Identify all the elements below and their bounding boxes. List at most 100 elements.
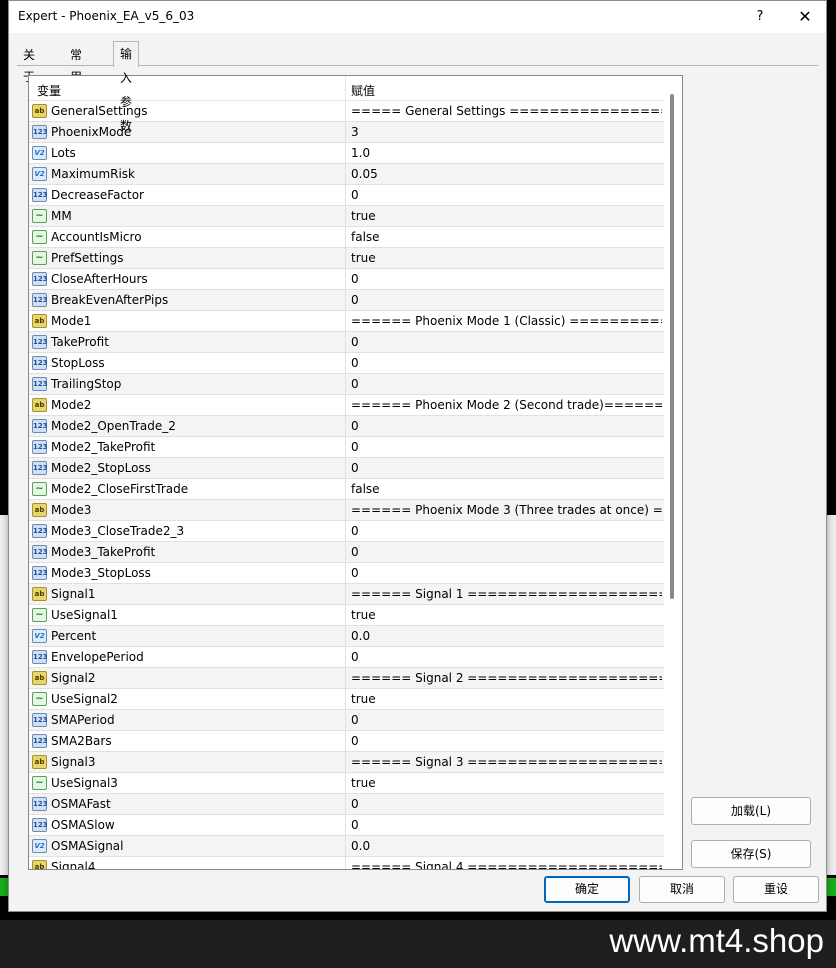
parameter-name-cell[interactable]: 123 Mode3_TakeProfit bbox=[29, 542, 346, 562]
table-row[interactable]: ~ UseSignal3 true bbox=[29, 773, 664, 794]
parameter-name-cell[interactable]: 123 BreakEvenAfterPips bbox=[29, 290, 346, 310]
parameter-name-cell[interactable]: 123 CloseAfterHours bbox=[29, 269, 346, 289]
parameter-name-cell[interactable]: ab Mode1 bbox=[29, 311, 346, 331]
table-row[interactable]: ~ UseSignal1 true bbox=[29, 605, 664, 626]
parameter-value[interactable]: 0 bbox=[351, 335, 662, 349]
table-row[interactable]: V2 MaximumRisk 0.05 bbox=[29, 164, 664, 185]
parameter-value[interactable]: 1.0 bbox=[351, 146, 662, 160]
parameter-value[interactable]: ====== Phoenix Mode 1 (Classic) ========… bbox=[351, 314, 662, 328]
table-row[interactable]: 123 SMA2Bars 0 bbox=[29, 731, 664, 752]
parameter-value[interactable]: false bbox=[351, 482, 662, 496]
parameter-name-cell[interactable]: 123 OSMASlow bbox=[29, 815, 346, 835]
table-row[interactable]: V2 OSMASignal 0.0 bbox=[29, 836, 664, 857]
parameter-value[interactable]: 0 bbox=[351, 797, 662, 811]
parameter-value[interactable]: 0 bbox=[351, 188, 662, 202]
save-button[interactable]: 保存(S) bbox=[691, 840, 811, 868]
parameter-value[interactable]: 0 bbox=[351, 524, 662, 538]
close-icon[interactable]: ✕ bbox=[791, 5, 819, 29]
table-row[interactable]: ab Signal3 ====== Signal 3 ===============… bbox=[29, 752, 664, 773]
table-row[interactable]: 123 StopLoss 0 bbox=[29, 353, 664, 374]
parameter-name-cell[interactable]: ~ UseSignal1 bbox=[29, 605, 346, 625]
parameter-name-cell[interactable]: 123 OSMAFast bbox=[29, 794, 346, 814]
tab-input-parameters[interactable]: 输入参数 bbox=[113, 41, 140, 133]
parameter-value[interactable]: 0 bbox=[351, 545, 662, 559]
parameter-value[interactable]: true bbox=[351, 692, 662, 706]
table-row[interactable]: 123 TrailingStop 0 bbox=[29, 374, 664, 395]
parameter-name-cell[interactable]: 123 Mode2_TakeProfit bbox=[29, 437, 346, 457]
parameter-name-cell[interactable]: 123 PhoenixMode bbox=[29, 122, 346, 142]
parameter-name-cell[interactable]: ab Mode3 bbox=[29, 500, 346, 520]
table-row[interactable]: ab Signal4 ====== Signal 4 ===============… bbox=[29, 857, 664, 869]
table-row[interactable]: 123 BreakEvenAfterPips 0 bbox=[29, 290, 664, 311]
parameter-value[interactable]: 0.05 bbox=[351, 167, 662, 181]
parameter-value[interactable]: 3 bbox=[351, 125, 662, 139]
parameter-value[interactable]: true bbox=[351, 209, 662, 223]
parameter-value[interactable]: 0 bbox=[351, 440, 662, 454]
table-row[interactable]: ab Mode2 ====== Phoenix Mode 2 (Second tra… bbox=[29, 395, 664, 416]
parameter-name-cell[interactable]: ~ AccountIsMicro bbox=[29, 227, 346, 247]
parameter-name-cell[interactable]: 123 Mode3_StopLoss bbox=[29, 563, 346, 583]
column-header-variable[interactable]: 变量 bbox=[37, 82, 61, 99]
parameter-name-cell[interactable]: ab Signal1 bbox=[29, 584, 346, 604]
parameter-value[interactable]: 0 bbox=[351, 566, 662, 580]
parameter-name-cell[interactable]: ~ Mode2_CloseFirstTrade bbox=[29, 479, 346, 499]
parameter-value[interactable]: 0 bbox=[351, 650, 662, 664]
parameter-name-cell[interactable]: V2 Lots bbox=[29, 143, 346, 163]
help-button[interactable]: ? bbox=[747, 5, 773, 29]
table-row[interactable]: 123 Mode2_TakeProfit 0 bbox=[29, 437, 664, 458]
parameter-name-cell[interactable]: 123 Mode3_CloseTrade2_3 bbox=[29, 521, 346, 541]
cancel-button[interactable]: 取消 bbox=[639, 876, 725, 903]
table-row[interactable]: 123 Mode2_StopLoss 0 bbox=[29, 458, 664, 479]
table-row[interactable]: ~ UseSignal2 true bbox=[29, 689, 664, 710]
parameter-name-cell[interactable]: ~ UseSignal2 bbox=[29, 689, 346, 709]
table-row[interactable]: V2 Percent 0.0 bbox=[29, 626, 664, 647]
parameter-name-cell[interactable]: ab GeneralSettings bbox=[29, 101, 346, 121]
column-header-value[interactable]: 赋值 bbox=[351, 82, 375, 99]
parameter-name-cell[interactable]: ab Signal3 bbox=[29, 752, 346, 772]
parameter-value[interactable]: ===== General Settings =================… bbox=[351, 104, 662, 118]
table-row[interactable]: ~ PrefSettings true bbox=[29, 248, 664, 269]
parameter-name-cell[interactable]: V2 MaximumRisk bbox=[29, 164, 346, 184]
parameter-name-cell[interactable]: 123 StopLoss bbox=[29, 353, 346, 373]
parameter-value[interactable]: ====== Phoenix Mode 3 (Three trades at o… bbox=[351, 503, 662, 517]
parameter-name-cell[interactable]: 123 TrailingStop bbox=[29, 374, 346, 394]
vertical-scrollbar[interactable] bbox=[670, 94, 674, 599]
parameter-name-cell[interactable]: 123 DecreaseFactor bbox=[29, 185, 346, 205]
parameter-value[interactable]: true bbox=[351, 251, 662, 265]
table-row[interactable]: 123 Mode2_OpenTrade_2 0 bbox=[29, 416, 664, 437]
table-row[interactable]: V2 Lots 1.0 bbox=[29, 143, 664, 164]
parameter-name-cell[interactable]: ab Mode2 bbox=[29, 395, 346, 415]
table-row[interactable]: 123 EnvelopePeriod 0 bbox=[29, 647, 664, 668]
tab-common[interactable]: 常用 bbox=[64, 44, 88, 84]
table-row[interactable]: ab Signal1 ====== Signal 1 ===============… bbox=[29, 584, 664, 605]
parameter-value[interactable]: 0 bbox=[351, 356, 662, 370]
parameter-value[interactable]: 0 bbox=[351, 734, 662, 748]
parameter-value[interactable]: 0 bbox=[351, 293, 662, 307]
parameter-name-cell[interactable]: ab Signal2 bbox=[29, 668, 346, 688]
parameter-value[interactable]: 0 bbox=[351, 377, 662, 391]
parameter-value[interactable]: 0 bbox=[351, 818, 662, 832]
table-row[interactable]: 123 SMAPeriod 0 bbox=[29, 710, 664, 731]
parameter-value[interactable]: 0 bbox=[351, 419, 662, 433]
parameter-name-cell[interactable]: ab Signal4 bbox=[29, 857, 346, 869]
parameter-name-cell[interactable]: 123 Mode2_StopLoss bbox=[29, 458, 346, 478]
parameter-value[interactable]: true bbox=[351, 608, 662, 622]
table-row[interactable]: ~ MM true bbox=[29, 206, 664, 227]
table-row[interactable]: 123 DecreaseFactor 0 bbox=[29, 185, 664, 206]
table-row[interactable]: ab Mode3 ====== Phoenix Mode 3 (Three trad… bbox=[29, 500, 664, 521]
parameter-value[interactable]: 0 bbox=[351, 272, 662, 286]
parameter-value[interactable]: ====== Signal 2 ======================..… bbox=[351, 671, 662, 685]
parameter-value[interactable]: ====== Signal 4 ====================== bbox=[351, 860, 662, 869]
parameter-name-cell[interactable]: 123 SMA2Bars bbox=[29, 731, 346, 751]
parameter-value[interactable]: false bbox=[351, 230, 662, 244]
table-row[interactable]: 123 TakeProfit 0 bbox=[29, 332, 664, 353]
table-row[interactable]: ab Signal2 ====== Signal 2 ===============… bbox=[29, 668, 664, 689]
table-row[interactable]: ab Mode1 ====== Phoenix Mode 1 (Classic) =… bbox=[29, 311, 664, 332]
tab-about[interactable]: 关于 bbox=[17, 44, 41, 84]
parameter-value[interactable]: ====== Phoenix Mode 2 (Second trade)====… bbox=[351, 398, 662, 412]
table-row[interactable]: 123 OSMAFast 0 bbox=[29, 794, 664, 815]
table-row[interactable]: 123 CloseAfterHours 0 bbox=[29, 269, 664, 290]
table-row[interactable]: 123 Mode3_StopLoss 0 bbox=[29, 563, 664, 584]
table-row[interactable]: ~ Mode2_CloseFirstTrade false bbox=[29, 479, 664, 500]
parameter-value[interactable]: true bbox=[351, 776, 662, 790]
